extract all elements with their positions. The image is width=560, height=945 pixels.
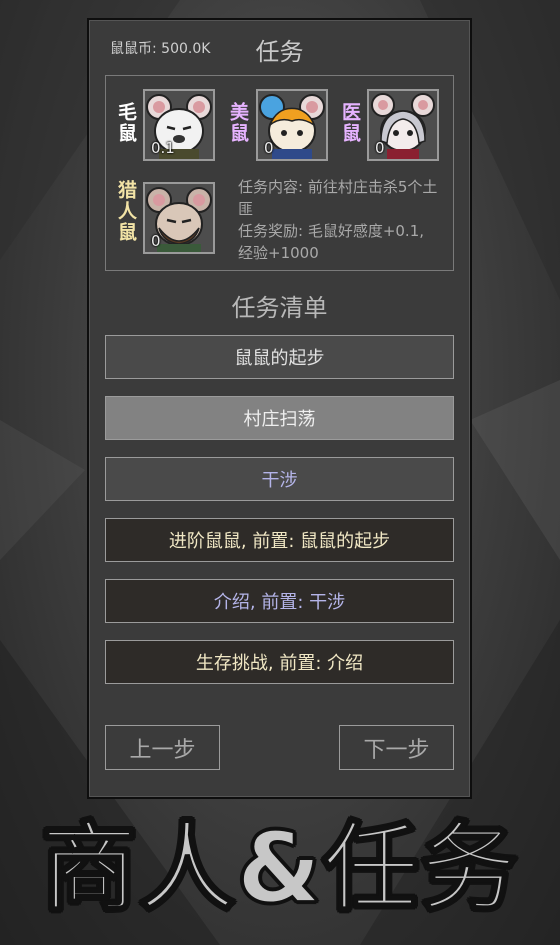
- affinity-value: 0: [375, 139, 385, 157]
- quest-item-village-sweep[interactable]: 村庄扫荡: [105, 396, 454, 440]
- quest-item-survival-challenge[interactable]: 生存挑战, 前置: 介绍: [105, 640, 454, 684]
- quest-item-interfere[interactable]: 干涉: [105, 457, 454, 501]
- affinity-value: 0.1: [151, 139, 175, 157]
- affinity-value: 0: [264, 139, 274, 157]
- character-roster: 毛鼠 0.1 美鼠 0 医鼠 0 猎人鼠 0 任务内容: 前往村庄击杀5个土匪 …: [105, 75, 454, 271]
- character-name-mao: 毛鼠: [115, 102, 137, 144]
- quest-item-rat-beginning[interactable]: 鼠鼠的起步: [105, 335, 454, 379]
- quest-item-introduction[interactable]: 介绍, 前置: 干涉: [105, 579, 454, 623]
- quest-panel: 鼠鼠币: 500.0K 任务 毛鼠 0.1 美鼠 0 医鼠 0 猎人鼠 0 任务…: [87, 18, 472, 799]
- quest-list-title: 任务清单: [231, 294, 328, 322]
- character-card-mao[interactable]: 0.1: [143, 89, 215, 161]
- mission-reward: 任务奖励: 毛鼠好感度+0.1, 经验+1000: [238, 222, 425, 262]
- mission-description: 任务内容: 前往村庄击杀5个土匪 任务奖励: 毛鼠好感度+0.1, 经验+100…: [238, 176, 438, 264]
- prev-step-button[interactable]: 上一步: [105, 725, 220, 770]
- character-card-hunter[interactable]: 0: [143, 182, 215, 254]
- character-card-mei[interactable]: 0: [256, 89, 328, 161]
- character-name-yi: 医鼠: [339, 102, 361, 144]
- character-name-mei: 美鼠: [227, 102, 249, 144]
- quest-item-advanced-rat[interactable]: 进阶鼠鼠, 前置: 鼠鼠的起步: [105, 518, 454, 562]
- character-card-yi[interactable]: 0: [367, 89, 439, 161]
- panel-title: 任务: [255, 38, 304, 66]
- next-step-button[interactable]: 下一步: [339, 725, 454, 770]
- character-name-hunter: 猎人鼠: [115, 180, 137, 243]
- affinity-value: 0: [151, 232, 161, 250]
- mission-content: 任务内容: 前往村庄击杀5个土匪: [238, 178, 438, 218]
- promo-banner-title: 商人&任务: [40, 811, 519, 925]
